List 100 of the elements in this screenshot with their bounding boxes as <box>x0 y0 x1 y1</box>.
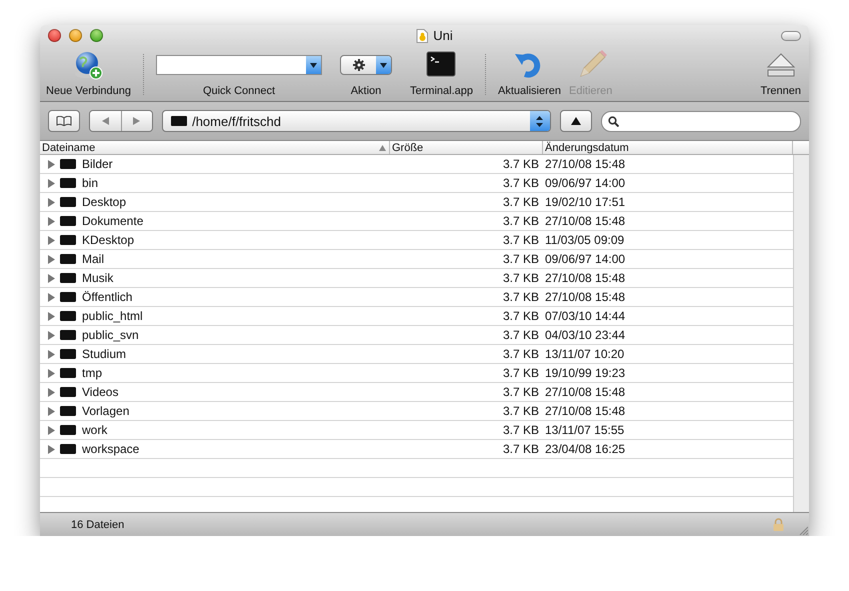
quick-connect-field[interactable] <box>156 55 322 75</box>
file-name[interactable]: Videos <box>82 385 118 399</box>
toolbar-label[interactable]: Trennen <box>760 85 801 97</box>
modified-date: 27/10/08 15:48 <box>544 270 626 287</box>
file-name[interactable]: Desktop <box>82 195 126 209</box>
toolbar-label[interactable]: Aktion <box>350 85 382 97</box>
lock-icon <box>773 518 784 531</box>
disclosure-icon <box>48 388 55 396</box>
disclosure-icon <box>48 350 55 358</box>
up-arrow-icon <box>570 117 581 125</box>
modified-date: 27/10/08 15:48 <box>544 213 626 230</box>
file-size: 3.7 KB <box>502 251 540 268</box>
modified-date: 09/06/97 14:00 <box>544 175 626 192</box>
file-size: 3.7 KB <box>502 441 540 458</box>
file-size: 3.7 KB <box>502 308 540 325</box>
search-field[interactable] <box>601 110 802 132</box>
modified-date: 23/04/08 16:25 <box>544 441 626 458</box>
zoom-button[interactable] <box>90 29 103 42</box>
file-size: 3.7 KB <box>502 194 540 211</box>
file-name[interactable]: tmp <box>82 366 102 380</box>
right-arrow-icon <box>133 117 140 125</box>
file-size: 3.7 KB <box>502 175 540 192</box>
folder-icon <box>60 292 76 302</box>
modified-date: 07/03/10 14:44 <box>544 308 626 325</box>
disclosure-icon <box>48 444 55 454</box>
file-name[interactable]: Mail <box>82 252 104 266</box>
folder-icon <box>60 406 76 416</box>
folder-icon <box>60 444 76 454</box>
disclosure-icon <box>48 160 55 168</box>
file-name[interactable]: workspace <box>82 442 140 456</box>
document-icon <box>416 28 428 42</box>
disclosure-icon <box>48 368 55 378</box>
modified-date: 11/03/05 09:09 <box>544 232 626 249</box>
modified-date: 27/10/08 15:48 <box>544 403 626 420</box>
action-popup-button[interactable] <box>340 55 392 75</box>
file-name[interactable]: Öffentlich <box>82 290 132 304</box>
modified-date: 04/03/10 23:44 <box>544 327 626 344</box>
caret-icon <box>310 62 318 68</box>
file-size: 3.7 KB <box>502 156 540 173</box>
gear-icon <box>352 59 365 71</box>
file-name[interactable]: Dokumente <box>82 214 144 228</box>
folder-icon <box>60 159 76 169</box>
toolbar-label[interactable]: Aktualisieren <box>498 85 561 97</box>
file-size: 3.7 KB <box>502 365 540 382</box>
file-size: 3.7 KB <box>502 327 540 344</box>
toolbar-toggle-button[interactable] <box>781 30 801 40</box>
modified-date: 27/10/08 15:48 <box>544 156 626 173</box>
path-popup-button[interactable]: /home/f/fritschd <box>162 110 551 132</box>
file-name[interactable]: public_html <box>82 309 143 323</box>
toolbar-label[interactable]: Terminal.app <box>410 85 473 97</box>
modified-date: 13/11/07 10:20 <box>544 346 626 363</box>
file-name[interactable]: Bilder <box>82 157 113 171</box>
folder-icon <box>60 387 76 397</box>
folder-icon <box>171 116 188 126</box>
column-header[interactable]: Größe <box>390 141 543 154</box>
file-size: 3.7 KB <box>502 289 540 306</box>
modified-date: 13/11/07 15:55 <box>544 422 626 439</box>
minimize-button[interactable] <box>69 29 82 42</box>
file-name[interactable]: public_svn <box>82 328 139 342</box>
folder-icon <box>60 311 76 321</box>
modified-date: 19/10/99 19:23 <box>544 365 626 382</box>
close-button[interactable] <box>48 29 61 42</box>
book-icon <box>56 116 72 126</box>
disclosure-icon <box>48 254 55 264</box>
folder-icon <box>60 235 76 245</box>
file-size: 3.7 KB <box>502 213 540 230</box>
file-name[interactable]: Vorlagen <box>82 404 130 418</box>
disclosure-icon <box>48 216 55 226</box>
folder-icon <box>60 330 76 340</box>
folder-icon <box>60 273 76 283</box>
file-size: 3.7 KB <box>502 384 540 401</box>
back-button[interactable] <box>90 111 121 131</box>
stepper-icon <box>536 116 544 126</box>
forward-button[interactable] <box>120 111 152 131</box>
file-size: 3.7 KB <box>502 422 540 439</box>
left-arrow-icon <box>102 117 110 125</box>
column-header[interactable]: Dateiname <box>40 141 390 154</box>
disclosure-icon <box>48 292 55 302</box>
window-title: Uni <box>433 28 453 43</box>
modified-date: 27/10/08 15:48 <box>544 289 626 306</box>
folder-icon <box>60 349 76 359</box>
disclosure-icon <box>48 198 55 206</box>
disclosure-icon <box>48 312 55 320</box>
file-size: 3.7 KB <box>502 403 540 420</box>
file-name[interactable]: Musik <box>82 271 114 285</box>
bookmarks-button[interactable] <box>48 110 80 132</box>
file-size: 3.7 KB <box>502 232 540 249</box>
parent-folder-button[interactable] <box>560 110 592 132</box>
disclosure-icon <box>48 236 55 244</box>
disclosure-icon <box>48 178 55 188</box>
file-name[interactable]: work <box>82 423 108 437</box>
file-name[interactable]: KDesktop <box>82 233 134 247</box>
toolbar-label[interactable]: Neue Verbindung <box>46 85 132 97</box>
toolbar-label[interactable]: Quick Connect <box>202 85 276 97</box>
file-name[interactable]: bin <box>82 176 98 190</box>
disclosure-icon <box>48 274 55 282</box>
file-name[interactable]: Studium <box>82 347 126 361</box>
folder-icon <box>60 425 76 435</box>
folder-icon <box>60 216 76 226</box>
column-header[interactable]: Änderungsdatum <box>543 141 793 154</box>
